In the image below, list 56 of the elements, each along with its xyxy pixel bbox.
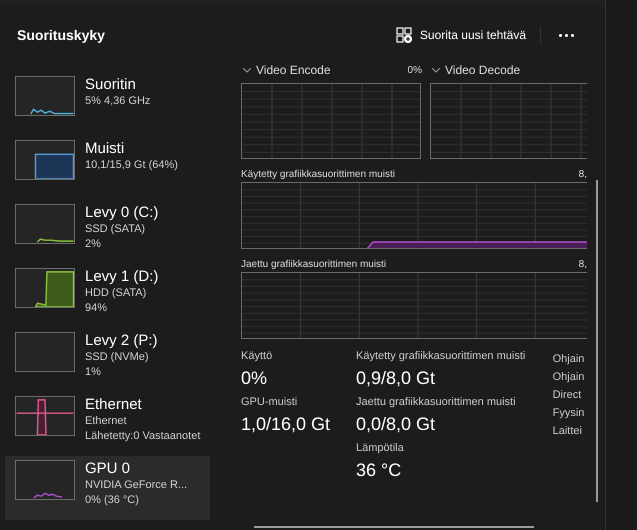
device-name: Ethernet — [85, 396, 143, 414]
sidebar-item[interactable]: Suoritin 5% 4,36 GHz — [5, 72, 210, 136]
run-new-task-button[interactable]: Suorita uusi tehtävä — [394, 26, 541, 44]
sidebar-item[interactable]: GPU 0 NVIDIA GeForce R... 0% (36 °C) — [5, 456, 210, 520]
property-label: Fyysin — [552, 406, 586, 421]
device-detail: 10,1/15,9 Gt (64%) — [85, 158, 178, 173]
device-detail: NVIDIA GeForce R... — [85, 478, 188, 493]
sidebar-item[interactable]: Muisti 10,1/15,9 Gt (64%) — [5, 136, 210, 200]
device-detail: SSD (SATA) — [85, 222, 146, 237]
device-name: Muisti — [85, 140, 126, 158]
device-detail: Ethernet — [85, 414, 128, 429]
stat-value: 0,9/8,0 Gt — [356, 367, 436, 390]
chevron-icon[interactable] — [243, 68, 251, 72]
device-detail: 1% — [85, 365, 102, 380]
stat-value: 1,0/16,0 Gt — [241, 413, 332, 436]
graph-label: Käytetty grafiikkasuorittimen muisti — [241, 168, 395, 182]
stat-label: Käytetty grafiikkasuorittimen muisti — [356, 349, 526, 364]
device-detail: SSD (NVMe) — [85, 350, 150, 365]
sidebar-item[interactable]: Levy 0 (C:) SSD (SATA) 2% — [5, 200, 210, 264]
horizontal-scrollbar[interactable] — [254, 526, 534, 528]
stat-value: 36 °C — [356, 459, 402, 482]
usage-graph — [15, 332, 75, 372]
property-label: Ohjain — [552, 370, 586, 385]
page-title: Suorituskyky — [17, 26, 105, 45]
stat-value: 0% — [241, 367, 268, 390]
new-task-icon — [396, 27, 412, 43]
device-name: GPU 0 — [85, 460, 132, 478]
device-name: Levy 2 (P:) — [85, 332, 158, 350]
engine-label: Video Encode — [256, 64, 331, 79]
stat-label: Lämpötila — [356, 441, 405, 456]
sidebar-item[interactable]: Ethernet Ethernet Lähetetty:0 Vastaanotet — [5, 392, 210, 456]
device-detail: HDD (SATA) — [85, 286, 148, 301]
stat-label: Jaettu grafiikkasuorittimen muisti — [356, 395, 517, 410]
engine-label: Video Decode — [445, 64, 520, 79]
device-detail: Lähetetty:0 Vastaanotet — [85, 429, 200, 444]
graph-label: Jaettu grafiikkasuorittimen muisti — [241, 258, 386, 272]
device-name: Levy 1 (D:) — [85, 268, 158, 286]
sidebar-item[interactable]: Levy 2 (P:) SSD (NVMe) 1% — [5, 328, 210, 392]
device-detail: 94% — [85, 301, 108, 316]
stat-value: 0,0/8,0 Gt — [356, 413, 436, 436]
device-name: Levy 0 (C:) — [85, 204, 158, 222]
property-label: Laittei — [552, 424, 583, 439]
property-label: Direct — [552, 388, 582, 403]
stat-label: Käyttö — [241, 349, 274, 364]
chevron-icon[interactable] — [432, 68, 440, 72]
property-label: Ohjain — [552, 352, 586, 367]
engine-value: 0% — [408, 64, 422, 78]
sidebar-item[interactable]: Levy 1 (D:) HDD (SATA) 94% — [5, 264, 210, 328]
device-detail: 2% — [85, 237, 102, 252]
device-name: Suoritin — [85, 76, 137, 94]
graph-max: 8, — [578, 258, 587, 272]
graph-max: 8, — [578, 168, 587, 182]
vertical-scrollbar[interactable] — [596, 180, 598, 502]
device-detail: 5% 4,36 GHz — [85, 94, 150, 109]
device-detail: 0% (36 °C) — [85, 493, 140, 508]
stat-label: GPU-muisti — [241, 395, 298, 410]
